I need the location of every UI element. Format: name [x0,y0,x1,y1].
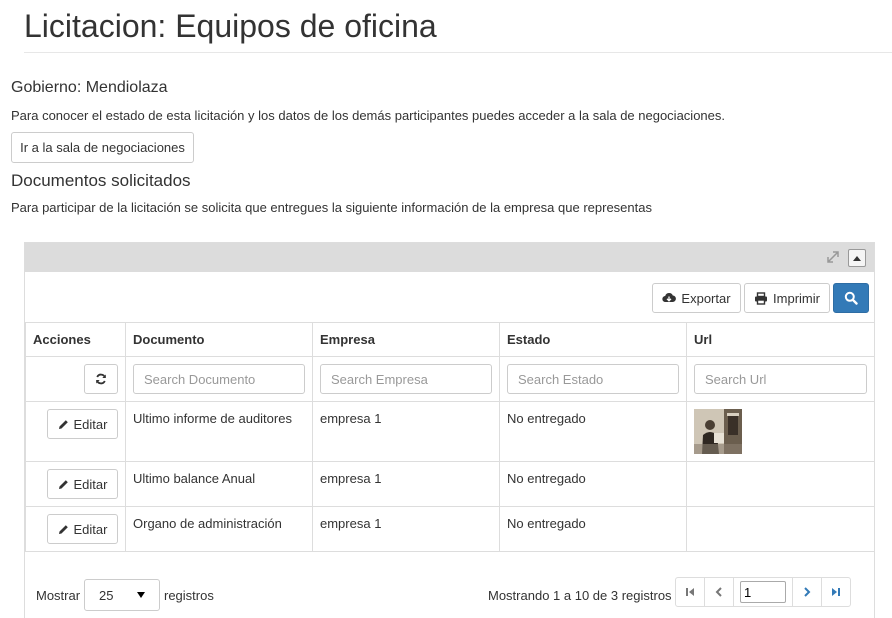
pencil-icon [58,479,69,490]
column-header-empresa[interactable]: Empresa [312,322,500,357]
cell-empresa: empresa 1 [320,411,382,426]
title-divider [24,52,892,53]
previous-page-button[interactable] [704,577,734,607]
chevron-left-icon [715,587,722,597]
documents-panel: Exportar Imprimir Acciones Documento Emp… [24,242,875,618]
panel-header [25,243,874,272]
documents-heading: Documentos solicitados [11,171,191,190]
collapse-button[interactable] [848,249,866,267]
first-page-icon [686,588,694,596]
cell-url [686,506,875,552]
pencil-icon [58,419,69,430]
print-button[interactable]: Imprimir [744,283,830,313]
table-row: Editar Ultimo balance Anual empresa 1 No… [25,461,875,507]
pagination [675,577,851,607]
chevron-right-icon [804,587,811,597]
search-empresa-input[interactable] [320,364,492,394]
documents-description: Para participar de la licitación se soli… [11,200,652,215]
document-image-thumbnail[interactable] [694,409,742,454]
caret-up-icon [853,256,861,261]
cell-empresa: empresa 1 [320,516,382,531]
edit-button[interactable]: Editar [47,409,118,439]
export-label: Exportar [681,290,731,306]
cell-empresa: empresa 1 [320,471,382,486]
edit-label: Editar [73,521,108,537]
cell-documento: Organo de administración [133,516,282,531]
cell-estado: No entregado [507,516,586,531]
page-size-value: 25 [99,587,114,603]
refresh-icon [95,373,107,385]
column-header-estado[interactable]: Estado [499,322,687,357]
print-label: Imprimir [773,290,820,306]
page-size-select[interactable]: 25 [84,579,160,611]
cell-documento: Ultimo informe de auditores [133,411,292,426]
government-name: Gobierno: Mendiolaza [11,79,168,96]
last-page-icon [832,588,840,596]
edit-button[interactable]: Editar [47,514,118,544]
refresh-button[interactable] [84,364,118,394]
print-icon [754,291,768,305]
export-button[interactable]: Exportar [652,283,741,313]
last-page-button[interactable] [821,577,851,607]
column-header-acciones[interactable]: Acciones [25,322,126,357]
intro-text: Para conocer el estado de esta licitació… [11,108,725,123]
column-header-url[interactable]: Url [686,322,875,357]
page-title: Licitacion: Equipos de oficina [24,8,437,44]
search-estado-input[interactable] [507,364,679,394]
cloud-download-icon [662,292,677,304]
search-url-input[interactable] [694,364,867,394]
pencil-icon [58,524,69,535]
search-documento-input[interactable] [133,364,305,394]
next-page-button[interactable] [792,577,822,607]
search-button[interactable] [833,283,869,313]
cell-estado: No entregado [507,411,586,426]
edit-label: Editar [73,416,108,432]
records-label: registros [164,588,214,603]
edit-button[interactable]: Editar [47,469,118,499]
cell-documento: Ultimo balance Anual [133,471,256,486]
column-header-documento[interactable]: Documento [125,322,313,357]
cell-estado: No entregado [507,471,586,486]
dropdown-caret-icon [137,592,145,598]
cell-url [686,461,875,507]
table-row: Editar Organo de administración empresa … [25,506,875,552]
edit-label: Editar [73,476,108,492]
negotiation-room-button[interactable]: Ir a la sala de negociaciones [11,132,194,163]
search-icon [844,291,858,305]
page-number-input[interactable] [740,581,786,603]
pagination-info: Mostrando 1 a 10 de 3 registros [488,588,672,603]
first-page-button[interactable] [675,577,705,607]
filter-cell-acciones [25,356,126,402]
expand-icon[interactable] [826,250,840,264]
table-row: Editar Ultimo informe de auditores empre… [25,401,875,462]
show-label: Mostrar [36,588,81,603]
documents-table: Acciones Documento Empresa Estado Url Se… [25,322,875,552]
